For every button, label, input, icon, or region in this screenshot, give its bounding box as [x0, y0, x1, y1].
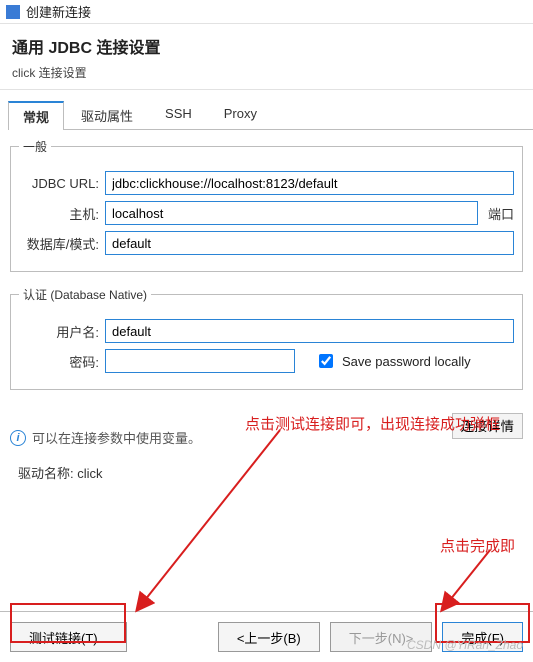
port-label: 端口 — [488, 204, 514, 223]
fieldset-general: 一般 JDBC URL: 主机: 端口 数据库/模式: — [10, 138, 523, 272]
app-icon — [6, 5, 20, 19]
save-password-checkbox[interactable] — [319, 354, 333, 368]
tab-general[interactable]: 常规 — [8, 101, 64, 130]
back-button[interactable]: <上一步(B) — [218, 622, 320, 652]
password-input[interactable] — [105, 349, 295, 373]
titlebar: 创建新连接 — [0, 0, 533, 24]
tab-content: 一般 JDBC URL: 主机: 端口 数据库/模式: 认证 (Database… — [0, 130, 533, 482]
database-label: 数据库/模式: — [19, 234, 99, 253]
info-icon: i — [10, 430, 26, 446]
info-text: 可以在连接参数中使用变量。 — [32, 428, 201, 447]
database-input[interactable] — [105, 231, 514, 255]
titlebar-text: 创建新连接 — [26, 2, 91, 21]
tab-proxy[interactable]: Proxy — [209, 101, 272, 130]
info-row: i 可以在连接参数中使用变量。 — [10, 428, 201, 447]
finish-button[interactable]: 完成(F) — [442, 622, 523, 652]
driver-value: click — [77, 466, 102, 481]
header: 通用 JDBC 连接设置 click 连接设置 — [0, 24, 533, 90]
save-password-label: Save password locally — [342, 354, 471, 369]
connection-details-button[interactable]: 连接详情 — [452, 413, 523, 439]
page-subtitle: click 连接设置 — [12, 64, 521, 81]
tab-ssh[interactable]: SSH — [150, 101, 207, 130]
driver-label: 驱动名称: — [18, 466, 74, 481]
host-label: 主机: — [19, 204, 99, 223]
footer: 测试链接(T)... <上一步(B) 下一步(N)> 完成(F) — [0, 611, 533, 662]
user-label: 用户名: — [19, 322, 99, 341]
jdbc-url-input[interactable] — [105, 171, 514, 195]
fieldset-auth: 认证 (Database Native) 用户名: 密码: Save passw… — [10, 286, 523, 390]
test-connection-button[interactable]: 测试链接(T)... — [10, 622, 127, 652]
tab-driver-props[interactable]: 驱动属性 — [66, 101, 148, 130]
host-input[interactable] — [105, 201, 478, 225]
page-title: 通用 JDBC 连接设置 — [12, 34, 521, 58]
annotation-arrow-2 — [430, 545, 500, 615]
annotation-text-2: 点击完成即 — [440, 535, 515, 556]
next-button: 下一步(N)> — [330, 622, 433, 652]
password-label: 密码: — [19, 352, 99, 371]
user-input[interactable] — [105, 319, 514, 343]
legend-general: 一般 — [19, 138, 51, 155]
tabs-container: 常规 驱动属性 SSH Proxy — [0, 90, 533, 130]
legend-auth: 认证 (Database Native) — [19, 286, 151, 303]
jdbc-url-label: JDBC URL: — [19, 176, 99, 191]
driver-row: 驱动名称: click — [18, 463, 515, 482]
